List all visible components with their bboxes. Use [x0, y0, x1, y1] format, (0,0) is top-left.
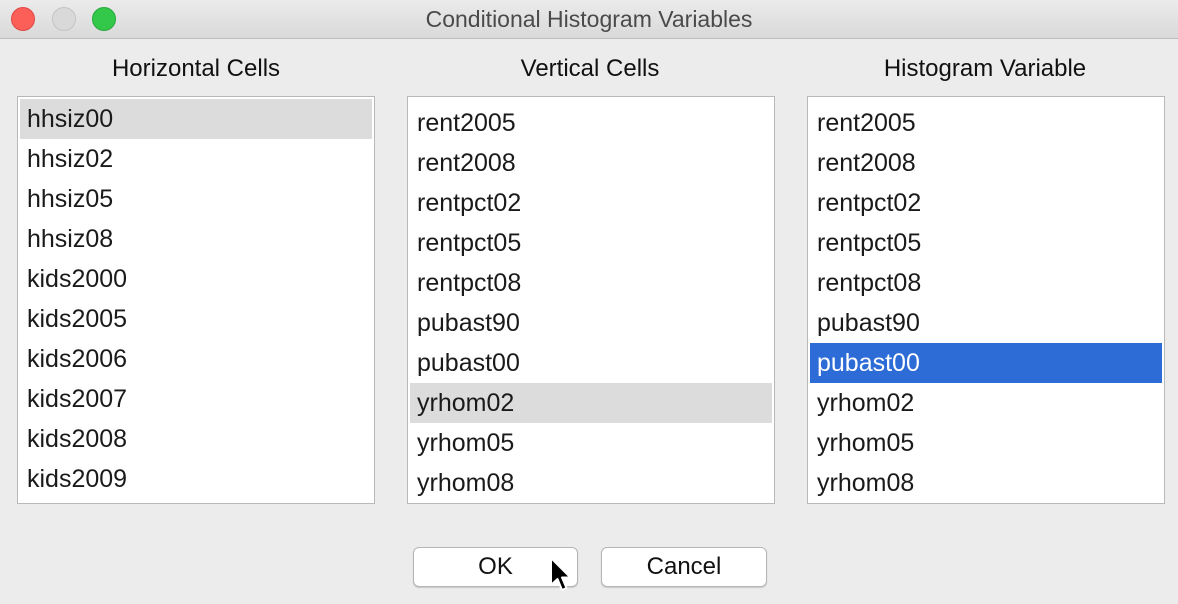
horizontal-cells-list[interactable]: hhsiz00 hhsiz02 hhsiz05 hhsiz08 kids2000… — [17, 96, 375, 504]
list-item-selected[interactable]: pubast00 — [810, 343, 1162, 383]
list-item[interactable]: kids2000 — [20, 259, 372, 299]
vertical-cells-list[interactable]: rent2005 rent2008 rentpct02 rentpct05 re… — [407, 96, 775, 504]
list-item[interactable]: kids2006 — [20, 339, 372, 379]
list-item[interactable]: kids2007 — [20, 379, 372, 419]
horizontal-cells-label: Horizontal Cells — [111, 55, 281, 82]
list-item[interactable]: rentpct02 — [410, 183, 772, 223]
list-item[interactable]: kids2009 — [20, 459, 372, 499]
list-item[interactable]: yrhom02 — [810, 383, 1162, 423]
list-item[interactable]: rentpct05 — [410, 223, 772, 263]
vertical-cells-label: Vertical Cells — [520, 55, 660, 82]
list-item[interactable]: kids2005 — [20, 299, 372, 339]
list-item[interactable]: yrhom02 — [410, 383, 772, 423]
dialog-window: Conditional Histogram Variables Horizont… — [0, 0, 1178, 604]
list-item[interactable]: rent2008 — [410, 143, 772, 183]
list-item[interactable]: kids2008 — [20, 419, 372, 459]
list-item[interactable]: hhsiz08 — [20, 219, 372, 259]
list-item[interactable]: hhsiz05 — [20, 179, 372, 219]
arrow-cursor-icon — [550, 557, 572, 591]
list-item[interactable]: rentpct08 — [810, 263, 1162, 303]
list-item[interactable]: rentpct05 — [810, 223, 1162, 263]
cancel-button[interactable]: Cancel — [601, 547, 767, 587]
list-item[interactable]: rent2008 — [810, 143, 1162, 183]
histogram-variable-list[interactable]: rent2005 rent2008 rentpct02 rentpct05 re… — [807, 96, 1165, 504]
list-item[interactable]: pubast90 — [810, 303, 1162, 343]
list-item[interactable]: pubast00 — [410, 343, 772, 383]
list-item[interactable]: rent2005 — [810, 103, 1162, 143]
list-item[interactable]: rent2005 — [410, 103, 772, 143]
list-item[interactable]: hhsiz02 — [20, 139, 372, 179]
list-item[interactable]: yrhom08 — [810, 463, 1162, 503]
list-item[interactable]: yrhom05 — [810, 423, 1162, 463]
list-item[interactable]: yrhom08 — [410, 463, 772, 503]
list-item[interactable]: rentpct02 — [810, 183, 1162, 223]
list-item[interactable]: yrhom05 — [410, 423, 772, 463]
list-item[interactable]: pubast90 — [410, 303, 772, 343]
list-item[interactable]: rentpct08 — [410, 263, 772, 303]
histogram-variable-label: Histogram Variable — [883, 55, 1087, 82]
list-item[interactable]: hhsiz00 — [20, 99, 372, 139]
title-bar: Conditional Histogram Variables — [0, 0, 1178, 39]
window-title: Conditional Histogram Variables — [425, 6, 753, 32]
